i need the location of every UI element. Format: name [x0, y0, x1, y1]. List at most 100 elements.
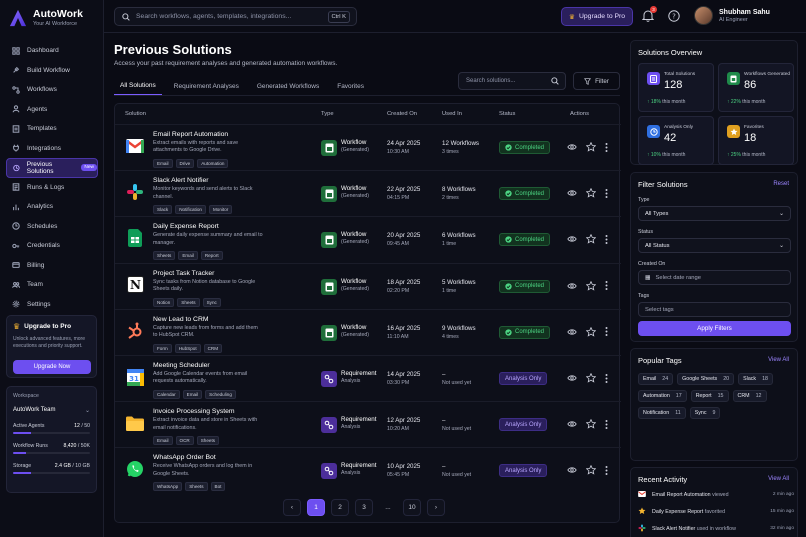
table-row[interactable]: Invoice Processing System Extract invoice…	[115, 401, 621, 447]
status-select[interactable]: All Status ⌄	[638, 238, 791, 253]
next-page-button[interactable]: ›	[427, 499, 445, 516]
tab-requirement-analyses[interactable]: Requirement Analyses	[168, 77, 245, 95]
favorite-star-icon[interactable]	[586, 326, 596, 337]
view-icon[interactable]	[567, 282, 577, 290]
filter-button[interactable]: Filter	[573, 72, 620, 90]
table-row[interactable]: Email Report Automation Extract emails wi…	[115, 124, 621, 170]
page-10-button[interactable]: 10	[403, 499, 421, 516]
sidebar-item-billing[interactable]: Billing	[6, 256, 98, 276]
popular-tag[interactable]: Email 24	[638, 373, 674, 385]
activity-item[interactable]: Daily Expense Report favorited 15 min ago	[638, 504, 794, 520]
popular-tag[interactable]: Notification 11	[638, 407, 686, 419]
tags-input[interactable]: Select tags	[638, 302, 791, 317]
favorite-star-icon[interactable]	[586, 465, 596, 475]
sidebar-item-credentials[interactable]: Credentials	[6, 236, 98, 256]
solution-name[interactable]: Email Report Automation	[153, 131, 228, 138]
view-icon[interactable]	[567, 466, 577, 474]
view-icon[interactable]	[567, 420, 577, 428]
solution-name[interactable]: New Lead to CRM	[153, 316, 209, 323]
view-icon[interactable]	[567, 235, 577, 243]
sidebar-item-previous-solutions[interactable]: Previous Solutions New	[6, 158, 98, 178]
recent-activity-view-all[interactable]: View All	[768, 476, 789, 482]
more-icon[interactable]	[605, 142, 608, 152]
sidebar-item-team[interactable]: Team	[6, 275, 98, 295]
solution-name[interactable]: Slack Alert Notifier	[153, 177, 209, 184]
view-icon[interactable]	[567, 374, 577, 382]
page-1-button[interactable]: 1	[307, 499, 325, 516]
popular-tag[interactable]: Slack 18	[738, 373, 773, 385]
workspace-switcher[interactable]: AutoWork Team ⌄	[13, 407, 90, 414]
more-icon[interactable]	[605, 419, 608, 429]
upgrade-to-pro-button[interactable]: ♛ Upgrade to Pro	[561, 7, 633, 26]
sidebar-item-agents[interactable]: Agents	[6, 100, 98, 120]
stat-card[interactable]: Total Solutions 128 ↑ 18% this month	[638, 63, 714, 112]
tag-name: Slack	[743, 376, 757, 382]
sidebar-item-dashboard[interactable]: Dashboard	[6, 41, 98, 61]
more-icon[interactable]	[605, 234, 608, 244]
type-select[interactable]: All Types ⌄	[638, 206, 791, 221]
favorite-star-icon[interactable]	[586, 142, 596, 152]
solution-name[interactable]: Meeting Scheduler	[153, 362, 210, 369]
favorite-star-icon[interactable]	[586, 419, 596, 429]
solution-name[interactable]: WhatsApp Order Bot	[153, 454, 216, 461]
solution-name[interactable]: Project Task Tracker	[153, 270, 214, 277]
tab-favorites[interactable]: Favorites	[331, 77, 370, 95]
sidebar-item-workflows[interactable]: Workflows	[6, 80, 98, 100]
view-icon[interactable]	[567, 143, 577, 151]
tab-generated-workflows[interactable]: Generated Workflows	[251, 77, 325, 95]
more-icon[interactable]	[605, 188, 608, 198]
view-icon[interactable]	[567, 189, 577, 197]
prev-page-button[interactable]: ‹	[283, 499, 301, 516]
sidebar-item-build-workflow[interactable]: Build Workflow	[6, 61, 98, 81]
more-icon[interactable]	[605, 281, 608, 291]
status-badge: Completed	[499, 141, 551, 154]
table-row[interactable]: 31 Meeting Scheduler Add Google Calendar e…	[115, 355, 621, 401]
popular-tag[interactable]: CRM 12	[732, 390, 767, 402]
popular-tag[interactable]: Automation 17	[638, 390, 687, 402]
activity-item[interactable]: Email Report Automation viewed 2 min ago	[638, 487, 794, 503]
popular-tags-view-all[interactable]: View All	[768, 357, 789, 363]
table-row[interactable]: N Project Task Tracker Sync tasks from Not…	[115, 262, 621, 309]
view-icon[interactable]	[567, 328, 577, 336]
search-icon	[551, 77, 559, 85]
sidebar-item-integrations[interactable]: Integrations	[6, 139, 98, 159]
activity-item[interactable]: Slack Alert Notifier used in workflow 32 …	[638, 521, 794, 537]
sidebar-item-analytics[interactable]: Analytics	[6, 197, 98, 217]
date-range-input[interactable]: ▦ Select date range	[638, 270, 791, 285]
table-row[interactable]: WhatsApp Order Bot Receive WhatsApp order…	[115, 447, 621, 493]
brand[interactable]: AutoWork Your AI Workforce	[9, 8, 83, 27]
solution-name[interactable]: Invoice Processing System	[153, 408, 235, 415]
sidebar-item-templates[interactable]: Templates	[6, 119, 98, 139]
reset-filters-link[interactable]: Reset	[773, 181, 789, 187]
notifications-button[interactable]: 3	[641, 6, 657, 24]
stat-card[interactable]: Favorites 18 ↑ 25% this month	[718, 116, 794, 165]
page-3-button[interactable]: 3	[355, 499, 373, 516]
favorite-star-icon[interactable]	[586, 280, 596, 291]
page-2-button[interactable]: 2	[331, 499, 349, 516]
favorite-star-icon[interactable]	[586, 373, 596, 383]
more-icon[interactable]	[605, 465, 608, 475]
table-row[interactable]: Daily Expense Report Generate daily expen…	[115, 216, 621, 262]
popular-tag[interactable]: Sync 9	[689, 407, 721, 419]
table-row[interactable]: Slack Alert Notifier Monitor keywords and…	[115, 170, 621, 216]
more-icon[interactable]	[605, 327, 608, 337]
sidebar-item-schedules[interactable]: Schedules	[6, 217, 98, 237]
table-row[interactable]: New Lead to CRM Capture new leads from fo…	[115, 308, 621, 355]
sidebar-item-runs-logs[interactable]: Runs & Logs	[6, 178, 98, 198]
upgrade-now-button[interactable]: Upgrade Now	[13, 360, 91, 374]
user-menu[interactable]: Shubham Sahu AI Engineer	[694, 6, 770, 25]
apply-filters-button[interactable]: Apply Filters	[638, 321, 791, 336]
help-button[interactable]: ?	[668, 10, 680, 24]
stat-card[interactable]: Workflows Generated 86 ↑ 22% this month	[718, 63, 794, 112]
popular-tag[interactable]: Report 15	[690, 390, 729, 402]
solutions-search-input[interactable]: Search solutions...	[458, 72, 566, 90]
popular-tag[interactable]: Google Sheets 20	[677, 373, 735, 385]
more-icon[interactable]	[605, 373, 608, 383]
favorite-star-icon[interactable]	[586, 234, 596, 244]
sidebar-item-settings[interactable]: Settings	[6, 295, 98, 315]
favorite-star-icon[interactable]	[586, 188, 596, 198]
stat-card[interactable]: Analysis Only 42 ↑ 10% this month	[638, 116, 714, 165]
tab-all-solutions[interactable]: All Solutions	[114, 77, 162, 95]
global-search-input[interactable]: Search workflows, agents, templates, int…	[114, 7, 357, 26]
solution-name[interactable]: Daily Expense Report	[153, 223, 219, 230]
